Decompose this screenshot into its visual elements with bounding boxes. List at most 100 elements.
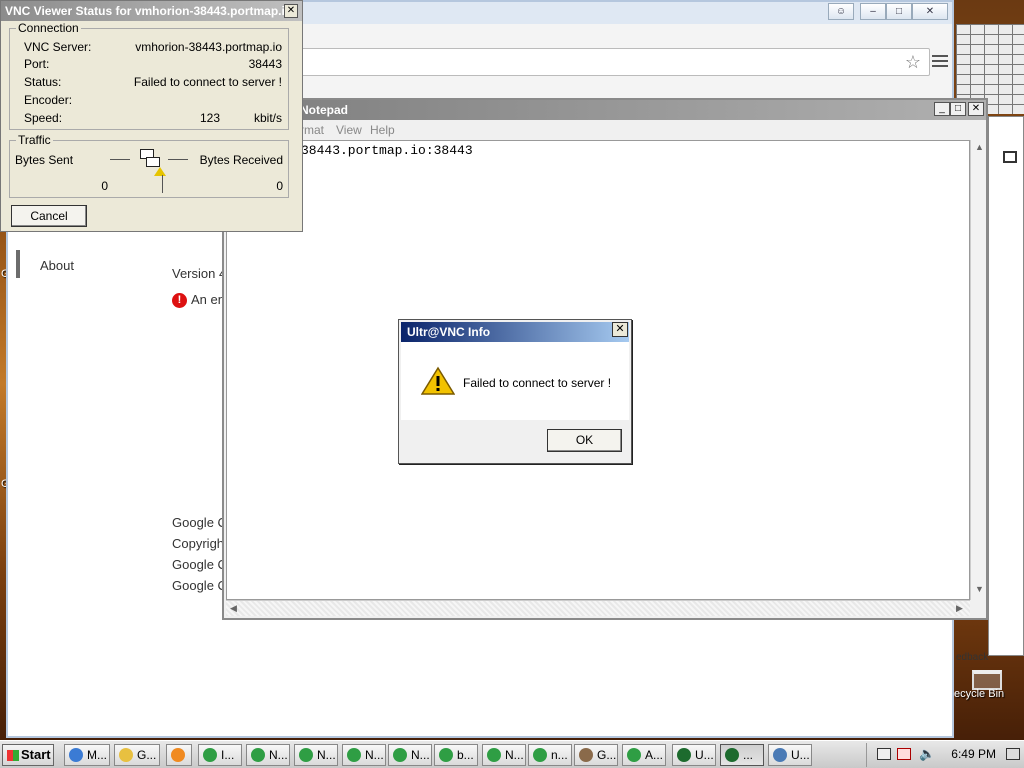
traffic-group: Traffic Bytes Sent Bytes Received 0 0 (9, 133, 289, 198)
taskbar-button[interactable]: U... (768, 744, 812, 766)
start-button[interactable]: Start (2, 744, 54, 766)
menu-help[interactable]: Help (370, 120, 395, 140)
alert-icon[interactable] (897, 748, 911, 760)
close-button[interactable]: ✕ (912, 3, 948, 20)
taskbar-button[interactable]: U... (672, 744, 716, 766)
menu-format[interactable]: rmat (300, 120, 324, 140)
vnc-status-window: VNC Viewer Status for vmhorion-38443.por… (0, 0, 303, 232)
server-value: vmhorion-38443.portmap.io (135, 40, 282, 54)
taskbar-button[interactable]: N... (342, 744, 386, 766)
scroll-down-icon[interactable]: ▼ (975, 584, 984, 594)
taskbar-button-label: N... (365, 748, 384, 762)
taskbar-button-label: A... (645, 748, 664, 762)
app-icon (439, 748, 453, 762)
show-desktop-icon[interactable] (1006, 748, 1020, 760)
system-tray: 🔈 6:49 PM (866, 743, 1024, 767)
taskbar: Start M... G... I... N... N... N... N... b... N.… (0, 740, 1024, 768)
dialog-body: Failed to connect to server ! (401, 342, 629, 420)
maximize-button[interactable]: □ (950, 102, 966, 116)
taskbar-button[interactable]: N... (294, 744, 338, 766)
taskbar-button-label: U... (791, 748, 810, 762)
menu-view[interactable]: View (336, 120, 362, 140)
horizontal-scrollbar[interactable]: ◀ ▶ (226, 600, 970, 616)
bytes-received-value: 0 (276, 179, 283, 193)
chrome-menu-icon[interactable] (932, 52, 948, 70)
bytes-received-label: Bytes Received (199, 153, 283, 167)
taskbar-button[interactable]: n... (528, 744, 572, 766)
port-value: 38443 (248, 57, 282, 71)
feedback-fragment: edback (956, 652, 989, 663)
minimize-button[interactable]: – (860, 3, 886, 20)
scroll-left-icon[interactable]: ◀ (230, 603, 237, 614)
cancel-button[interactable]: Cancel (11, 205, 87, 227)
taskbar-button[interactable]: N... (388, 744, 432, 766)
version-text: Version 4 (172, 266, 227, 281)
network-icon[interactable] (877, 748, 891, 760)
connection-group: Connection VNC Server: vmhorion-38443.po… (9, 21, 289, 130)
notepad-menubar: rmat View Help (224, 120, 986, 140)
bytes-sent-value: 0 (101, 179, 108, 193)
taskbar-button[interactable]: b... (434, 744, 478, 766)
close-button[interactable]: ✕ (612, 322, 628, 337)
status-value: Failed to connect to server ! (133, 75, 282, 89)
ok-button[interactable]: OK (547, 429, 622, 452)
background-window-right (988, 116, 1024, 656)
dialog-titlebar[interactable]: Ultr@VNC Info (401, 322, 629, 342)
app-icon (203, 748, 217, 762)
taskbar-button[interactable]: A... (622, 744, 666, 766)
app-icon (299, 748, 313, 762)
close-button[interactable]: ✕ (284, 4, 298, 18)
app-icon (579, 748, 593, 762)
traffic-group-label: Traffic (16, 133, 53, 147)
error-icon: ! (172, 293, 187, 309)
taskbar-button[interactable]: N... (246, 744, 290, 766)
app-icon (347, 748, 361, 762)
taskbar-button-label: I... (221, 748, 235, 762)
app-icon (627, 748, 641, 762)
connection-group-label: Connection (16, 21, 81, 35)
taskbar-button-label: G... (597, 748, 617, 762)
notepad-titlebar[interactable]: Notepad (224, 100, 986, 120)
taskbar-button[interactable]: N... (482, 744, 526, 766)
app-icon (533, 748, 547, 762)
windows-flag-icon (7, 750, 19, 761)
panel-toggle-icon[interactable] (1003, 151, 1017, 163)
address-bar[interactable]: ☆ (298, 48, 930, 76)
taskbar-button-label: b... (457, 748, 474, 762)
clock[interactable]: 6:49 PM (951, 747, 996, 761)
taskbar-button[interactable]: M... (64, 744, 110, 766)
app-icon (119, 748, 133, 762)
recycle-bin-icon (972, 670, 1002, 690)
taskbar-button[interactable] (166, 744, 192, 766)
sidebar-item-about[interactable]: About (40, 258, 74, 273)
taskbar-button-label: ... (743, 748, 754, 762)
close-button[interactable]: ✕ (968, 102, 984, 116)
warning-icon (421, 366, 455, 395)
recycle-bin[interactable]: ecycle Bin (954, 670, 1020, 718)
vertical-scrollbar[interactable]: ▲ ▼ (970, 140, 986, 600)
taskbar-button-label: N... (317, 748, 336, 762)
taskbar-button[interactable]: G... (114, 744, 160, 766)
volume-icon[interactable]: 🔈 (919, 746, 935, 762)
taskbar-button[interactable]: G... (574, 744, 618, 766)
minimize-button[interactable]: _ (934, 102, 950, 116)
app-icon (393, 748, 407, 762)
bytes-sent-label: Bytes Sent (15, 153, 74, 167)
taskbar-button[interactable]: I... (198, 744, 242, 766)
user-icon[interactable]: ☺ (828, 3, 854, 20)
taskbar-button-label: G... (137, 748, 157, 762)
taskbar-button-label: N... (269, 748, 288, 762)
scroll-up-icon[interactable]: ▲ (975, 142, 984, 152)
taskbar-button[interactable]: ... (720, 744, 764, 766)
scroll-right-icon[interactable]: ▶ (956, 603, 963, 614)
update-error-row: ! An en (172, 292, 225, 309)
start-label: Start (21, 747, 51, 762)
app-icon (487, 748, 501, 762)
vnc-info-dialog: Ultr@VNC Info ✕ Failed to connect to ser… (398, 319, 632, 464)
bookmark-star-icon[interactable]: ☆ (905, 52, 921, 73)
server-label: VNC Server: (24, 40, 92, 54)
maximize-button[interactable]: □ (886, 3, 912, 20)
vnc-status-titlebar[interactable]: VNC Viewer Status for vmhorion-38443.por… (1, 1, 302, 21)
port-label: Port: (24, 57, 50, 71)
speed-unit: kbit/s (253, 111, 282, 125)
